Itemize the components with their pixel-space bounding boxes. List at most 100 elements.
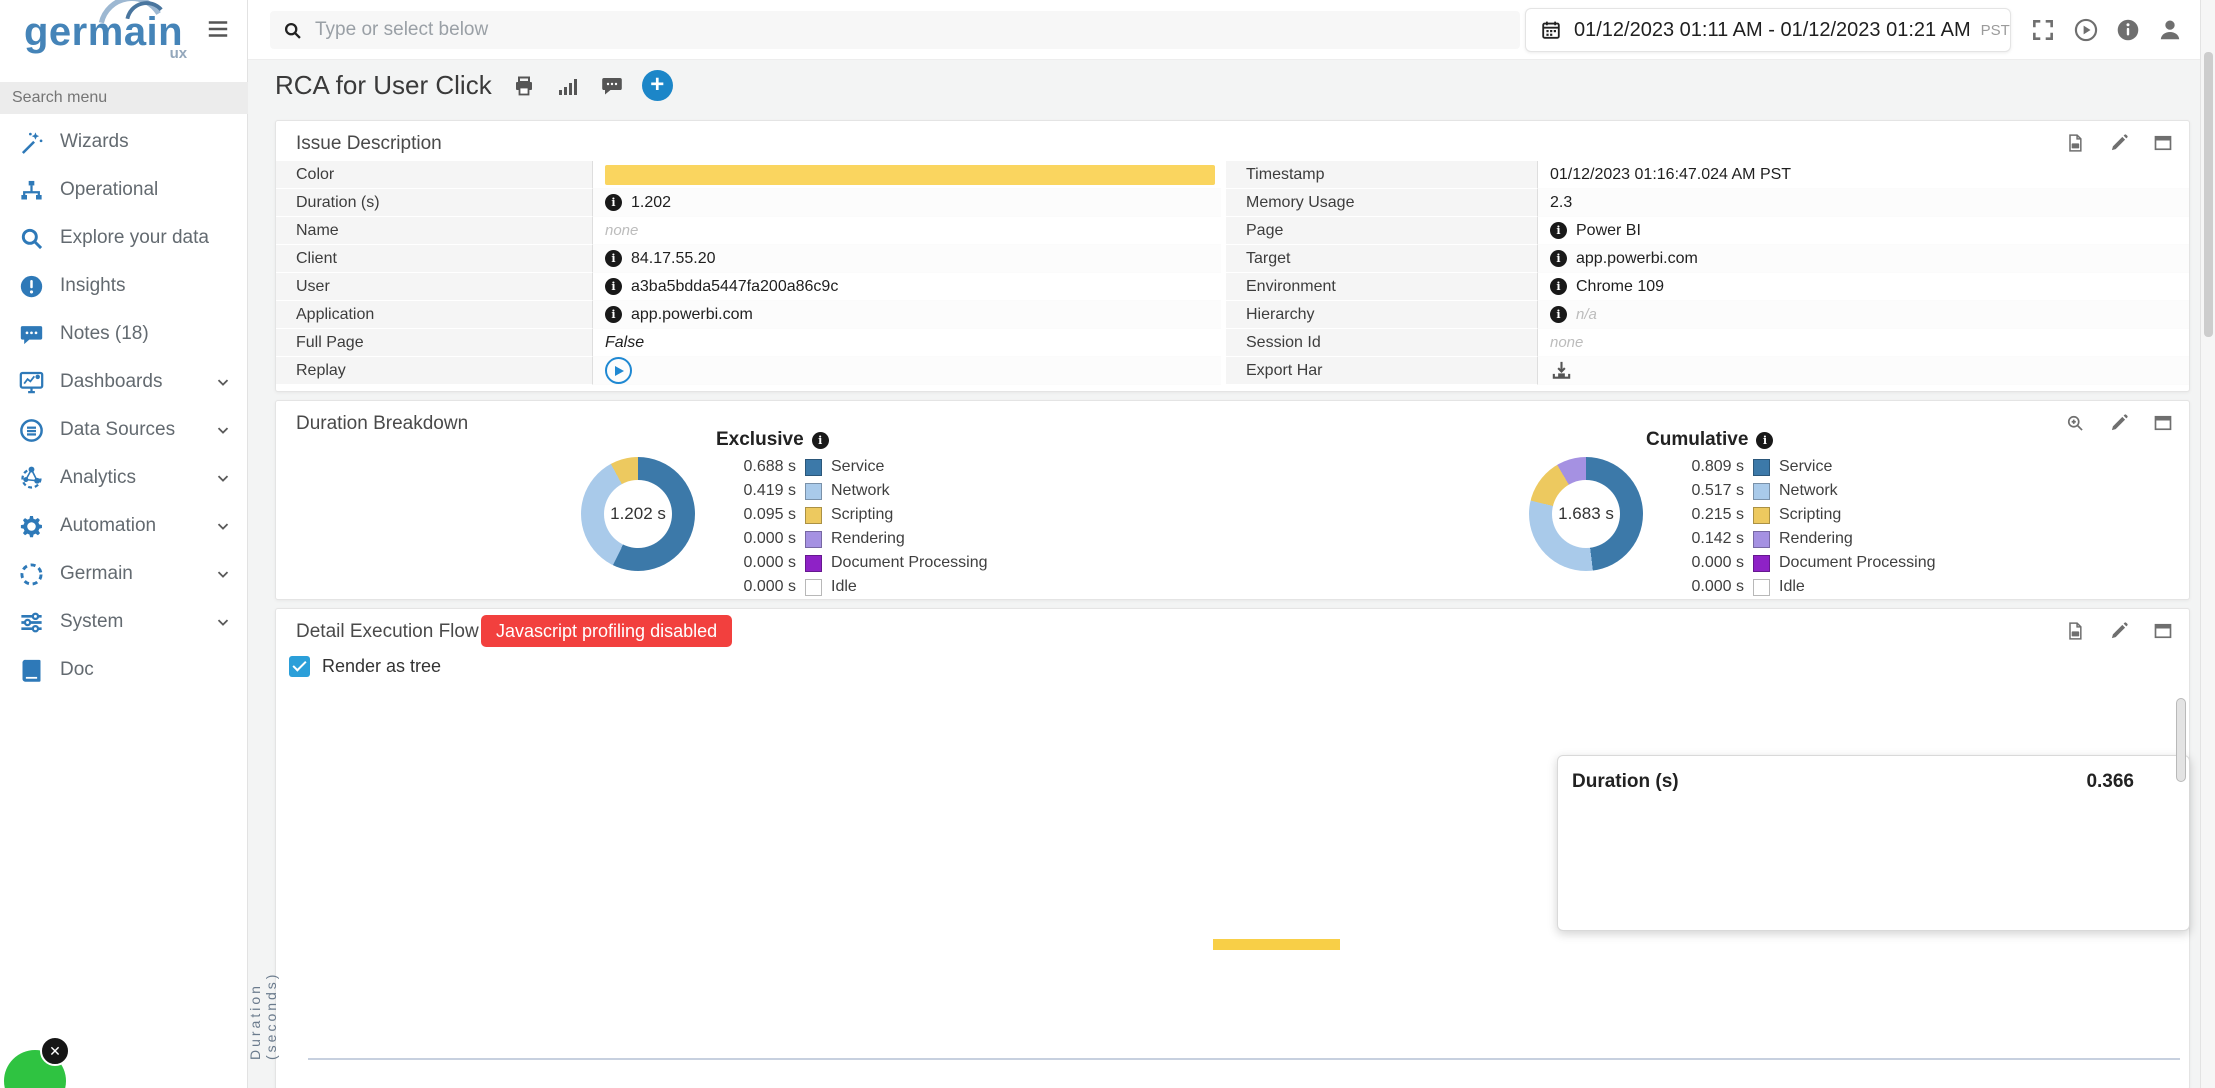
hamburger-menu-icon[interactable] — [205, 16, 231, 42]
field-value: i Power BI — [1538, 217, 2189, 245]
info-icon[interactable]: i — [1550, 278, 1567, 295]
info-icon[interactable]: i — [1550, 306, 1567, 323]
date-range-picker[interactable]: 01/12/2023 01:11 AM - 01/12/2023 01:21 A… — [1525, 8, 2011, 52]
comments-icon — [18, 321, 45, 348]
play-circle-icon[interactable] — [2073, 17, 2099, 43]
germain-logo[interactable]: germain ux — [24, 10, 183, 54]
user-icon[interactable] — [2157, 17, 2183, 43]
comment-icon[interactable] — [600, 74, 624, 98]
field-value: none — [1538, 329, 2189, 357]
legend-item: 0.688 sService — [706, 455, 988, 479]
sidebar-item-data-sources[interactable]: Data Sources — [0, 406, 248, 454]
field-row-duration-s: Duration (s)i1.202 — [276, 189, 1221, 217]
edit-icon[interactable] — [2109, 133, 2129, 153]
chart-icon[interactable] — [556, 74, 580, 98]
sidebar-item-dashboards[interactable]: Dashboards — [0, 358, 248, 406]
field-row-full-page: Full PageFalse — [276, 329, 1221, 357]
field-value: i a3ba5bdda5447fa200a86c9c — [593, 273, 1221, 301]
info-icon[interactable]: i — [605, 278, 622, 295]
window-icon[interactable] — [2153, 621, 2173, 641]
field-value-text: Power BI — [1576, 222, 1641, 240]
field-row-target: Targetiapp.powerbi.com — [1226, 245, 2189, 273]
chat-close-icon[interactable]: ✕ — [40, 1036, 70, 1066]
field-value-text: 01/12/2023 01:16:47.024 AM PST — [1550, 166, 1791, 184]
legend-swatch — [1753, 555, 1770, 572]
render-as-tree-checkbox[interactable] — [289, 656, 310, 677]
sidebar-item-insights[interactable]: Insights — [0, 262, 248, 310]
sidebar-item-label: Automation — [60, 515, 156, 537]
donut-legend: 0.809 sService0.517 sNetwork0.215 sScrip… — [1654, 455, 1936, 599]
sidebar-item-operational[interactable]: Operational — [0, 166, 248, 214]
field-row-timestamp: Timestamp01/12/2023 01:16:47.024 AM PST — [1226, 161, 2189, 189]
sidebar-item-wizards[interactable]: Wizards — [0, 118, 248, 166]
info-icon[interactable]: i — [1550, 250, 1567, 267]
sidebar-item-explore-your-data[interactable]: Explore your data — [0, 214, 248, 262]
window-icon[interactable] — [2153, 133, 2173, 153]
field-label: Duration (s) — [276, 189, 593, 217]
zoom-in-icon[interactable] — [2065, 413, 2085, 433]
field-row-environment: EnvironmentiChrome 109 — [1226, 273, 2189, 301]
info-icon[interactable]: i — [605, 194, 622, 211]
legend-value: 0.142 s — [1654, 530, 1744, 548]
info-circle-icon[interactable] — [2115, 17, 2141, 43]
field-label: Replay — [276, 357, 593, 385]
donut-chart-cumulative[interactable]: 1.683 s — [1529, 457, 1643, 571]
duration-waterfall-tooltip: Duration (s) 0.366 — [1557, 755, 2190, 931]
profiling-disabled-badge: Javascript profiling disabled — [481, 615, 732, 647]
csv-export-icon[interactable] — [2065, 133, 2085, 153]
legend-item: 0.419 sNetwork — [706, 479, 988, 503]
info-icon[interactable]: i — [1550, 222, 1567, 239]
info-icon[interactable]: i — [1756, 432, 1773, 449]
sidebar-search-input[interactable] — [0, 82, 248, 114]
download-icon[interactable] — [1550, 359, 1573, 382]
search-icon — [282, 20, 303, 41]
topbar: 01/12/2023 01:11 AM - 01/12/2023 01:21 A… — [248, 0, 2215, 60]
page-title-row: RCA for User Click + — [275, 70, 673, 101]
legend-value: 0.419 s — [706, 482, 796, 500]
field-value-text: a3ba5bdda5447fa200a86c9c — [631, 278, 838, 296]
edit-icon[interactable] — [2109, 413, 2129, 433]
add-button[interactable]: + — [642, 70, 673, 101]
legend-value: 0.000 s — [706, 578, 796, 596]
sidebar-item-label: Insights — [60, 275, 125, 297]
field-row-color: Color — [276, 161, 1221, 189]
duration-timeline-chart[interactable] — [308, 920, 2180, 1060]
global-search-input[interactable] — [313, 18, 1508, 42]
page-scrollbar-thumb[interactable] — [2204, 52, 2213, 337]
legend-item: 0.000 sIdle — [1654, 575, 1936, 599]
print-icon[interactable] — [512, 74, 536, 98]
donut-title-exclusive: Exclusivei — [716, 429, 829, 451]
donut-chart-exclusive[interactable]: 1.202 s — [581, 457, 695, 571]
field-value-text: app.powerbi.com — [631, 306, 753, 324]
info-icon[interactable]: i — [812, 432, 829, 449]
sidebar-item-germain[interactable]: Germain — [0, 550, 248, 598]
legend-swatch — [1753, 483, 1770, 500]
info-icon[interactable]: i — [605, 250, 622, 267]
window-icon[interactable] — [2153, 413, 2173, 433]
field-row-export-har: Export Har — [1226, 357, 2189, 385]
replay-play-button[interactable] — [605, 357, 632, 384]
legend-item: 0.215 sScripting — [1654, 503, 1936, 527]
sidebar-item-label: Germain — [60, 563, 133, 585]
edit-icon[interactable] — [2109, 621, 2129, 641]
issue-right-table: Timestamp01/12/2023 01:16:47.024 AM PSTM… — [1226, 161, 2189, 385]
sidebar-item-analytics[interactable]: Analytics — [0, 454, 248, 502]
sidebar-item-doc[interactable]: Doc — [0, 646, 248, 694]
sidebar-item-automation[interactable]: Automation — [0, 502, 248, 550]
sidebar-item-system[interactable]: System — [0, 598, 248, 646]
field-row-client: Clienti84.17.55.20 — [276, 245, 1221, 273]
analytics-icon — [18, 465, 45, 492]
field-value-text: False — [605, 334, 644, 352]
info-icon[interactable]: i — [605, 306, 622, 323]
legend-value: 0.215 s — [1654, 506, 1744, 524]
csv-export-icon[interactable] — [2065, 621, 2085, 641]
field-value: iChrome 109 — [1538, 273, 2189, 301]
legend-label: Idle — [1779, 578, 1805, 596]
sidebar-item-notes-18[interactable]: Notes (18) — [0, 310, 248, 358]
field-value: i app.powerbi.com — [593, 301, 1221, 329]
tooltip-total-row: Duration (s) 0.366 — [1558, 769, 2189, 799]
table-scrollbar-thumb[interactable] — [2176, 698, 2186, 782]
fullscreen-icon[interactable] — [2030, 17, 2056, 43]
field-value: i84.17.55.20 — [593, 245, 1221, 273]
field-label: Target — [1226, 245, 1538, 273]
